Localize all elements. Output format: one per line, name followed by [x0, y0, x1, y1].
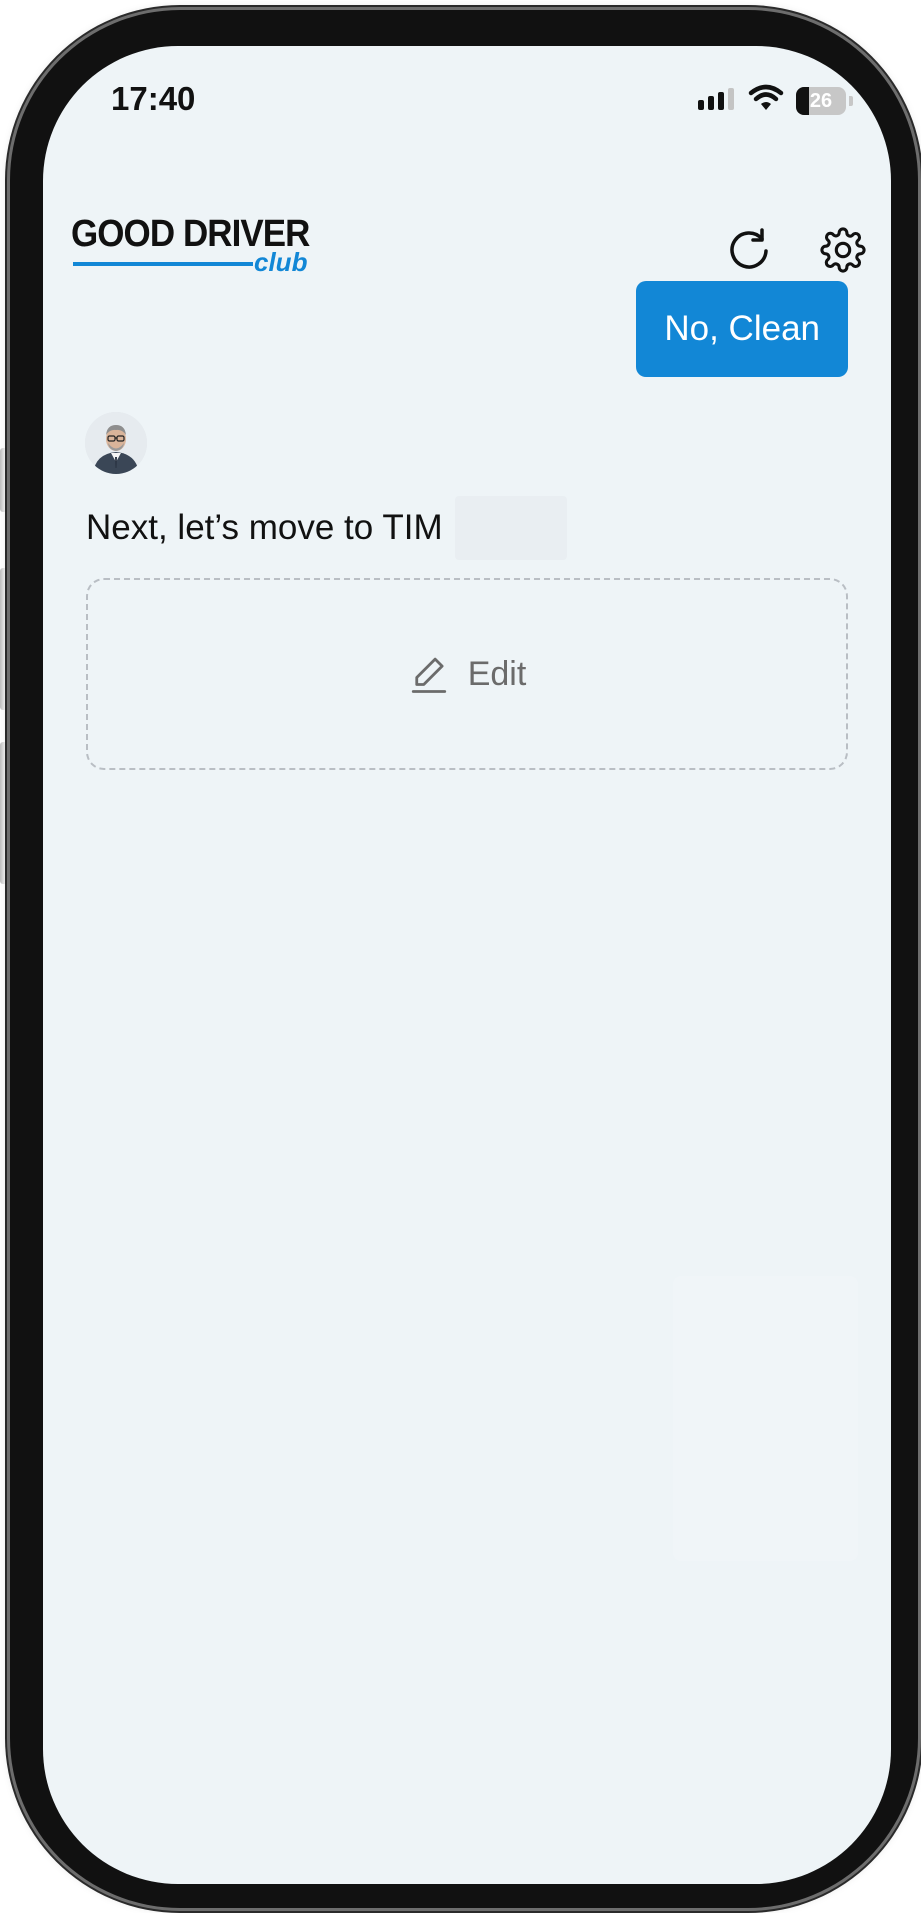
app-header: GOOD DRIVER club	[43, 166, 891, 286]
gear-icon	[820, 227, 866, 273]
status-icons: 26	[698, 84, 853, 117]
user-reply-bubble: No, Clean	[636, 281, 848, 377]
assistant-avatar	[85, 412, 147, 474]
battery-percent: 26	[809, 89, 833, 112]
settings-button[interactable]	[817, 224, 869, 276]
logo-underline	[73, 262, 253, 266]
silent-switch	[0, 448, 10, 512]
logo-sub-text: club	[254, 247, 308, 277]
status-time: 17:40	[111, 80, 196, 117]
pencil-icon	[411, 657, 446, 693]
assistant-message: Next, let’s move to TIM	[86, 496, 567, 560]
battery-tip	[849, 95, 853, 106]
status-bar: 17:40 26	[43, 46, 891, 156]
good-driver-logo[interactable]: GOOD DRIVER club	[71, 214, 311, 277]
signal-icon	[698, 86, 736, 115]
assistant-message-text: Next, let’s move to TIM	[86, 508, 443, 547]
wifi-icon	[748, 84, 784, 117]
typing-placeholder	[454, 496, 567, 560]
edit-label: Edit	[467, 654, 527, 693]
volume-up-button	[0, 568, 10, 710]
volume-down-button	[0, 742, 10, 884]
refresh-button[interactable]	[723, 224, 775, 276]
app-screen: 17:40 26 GOOD DRIVER club No, Clean Next…	[43, 46, 891, 1884]
faint-overlay	[673, 1276, 858, 1561]
battery-icon: 26	[796, 86, 846, 115]
refresh-icon	[730, 228, 768, 269]
edit-button[interactable]: Edit	[86, 578, 848, 770]
